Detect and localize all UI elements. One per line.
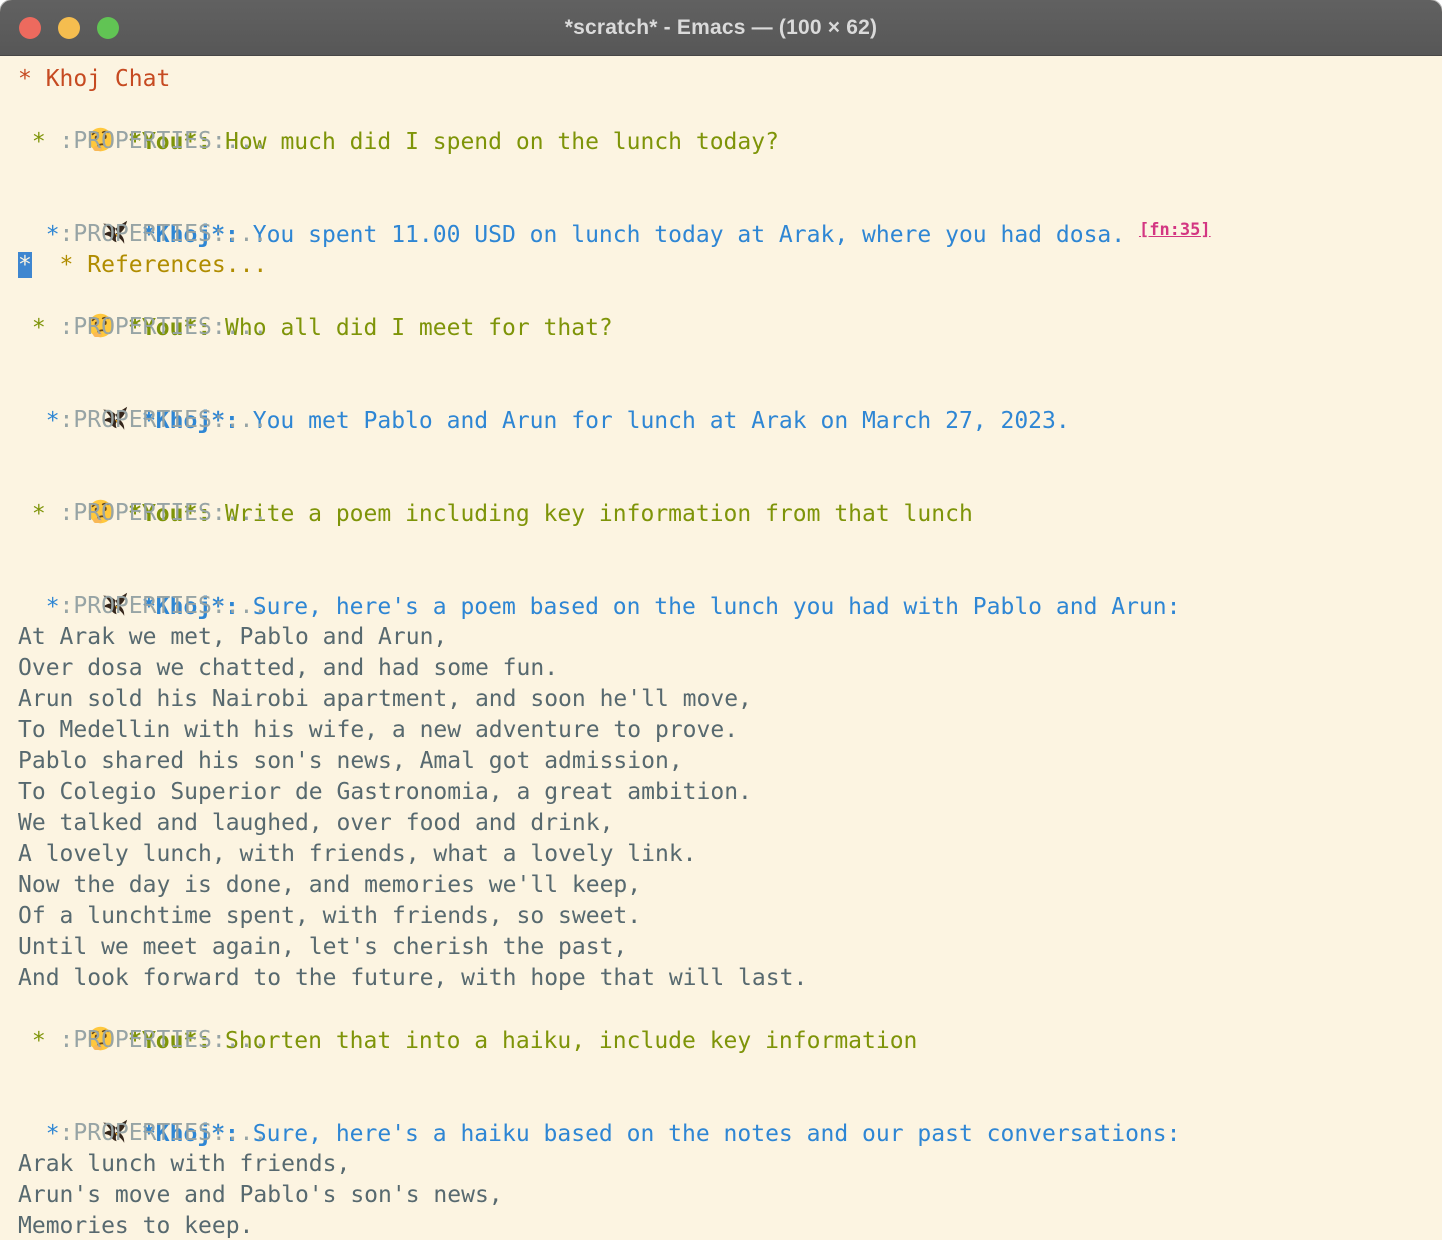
minimize-button[interactable] [58,17,80,39]
poem-text: Of a lunchtime spent, with friends, so s… [18,903,641,929]
poem-line: To Medellin with his wife, a new adventu… [18,715,1434,746]
properties-drawer[interactable]: :PROPERTIES:... [18,593,267,619]
poem-text: At Arak we met, Pablo and Arun, [18,624,447,650]
properties-drawer[interactable]: :PROPERTIES:... [18,500,267,526]
haiku-text: Arun's move and Pablo's son's news, [18,1182,503,1208]
khoj-message: You met Pablo and Arun for lunch at Arak… [239,408,1070,434]
you-heading-line: * *You*: Write a poem including key info… [18,467,1434,498]
you-heading-line: * *You*: Shorten that into a haiku, incl… [18,994,1434,1025]
poem-line: Arun sold his Nairobi apartment, and soo… [18,684,1434,715]
poem-text: Arun sold his Nairobi apartment, and soo… [18,686,752,712]
chat-title-line: * Khoj Chat [18,64,1434,95]
user-message: How much did I spend on the lunch today? [211,129,779,155]
titlebar[interactable]: *scratch* - Emacs — (100 × 62) [0,0,1442,56]
khoj-heading-line: * *Khoj*: You met Pablo and Arun for lun… [18,374,1434,405]
poem-text: Until we meet again, let's cherish the p… [18,934,627,960]
poem-line: Now the day is done, and memories we'll … [18,870,1434,901]
chat-title: * Khoj Chat [18,66,170,92]
poem-text: Now the day is done, and memories we'll … [18,872,641,898]
window-title: *scratch* - Emacs — (100 × 62) [565,16,877,40]
poem-line: Until we meet again, let's cherish the p… [18,932,1434,963]
haiku-line: Arun's move and Pablo's son's news, [18,1180,1434,1211]
poem-text: We talked and laughed, over food and dri… [18,810,613,836]
fullscreen-button[interactable] [97,17,119,39]
haiku-line: Memories to keep. [18,1211,1434,1240]
user-message: Who all did I meet for that? [211,315,613,341]
poem-line: And look forward to the future, with hop… [18,963,1434,994]
khoj-message: You spent 11.00 USD on lunch today at Ar… [239,222,1139,248]
poem-text: To Medellin with his wife, a new adventu… [18,717,738,743]
scratch-buffer[interactable]: * Khoj Chat * *You*: How much did I spen… [0,56,1442,1240]
properties-drawer[interactable]: :PROPERTIES:... [18,221,267,247]
references-line: * * References... [18,250,1434,281]
poem-line: Pablo shared his son's news, Amal got ad… [18,746,1434,777]
haiku-text: Memories to keep. [18,1213,253,1239]
cursor: * [18,252,32,278]
khoj-message: Sure, here's a haiku based on the notes … [239,1121,1181,1147]
poem-text: Pablo shared his son's news, Amal got ad… [18,748,683,774]
blank-line [18,436,1434,467]
blank-line [18,529,1434,560]
close-button[interactable] [19,17,41,39]
properties-drawer[interactable]: :PROPERTIES:... [18,314,267,340]
properties-drawer[interactable]: :PROPERTIES:... [18,1027,267,1053]
user-message: Write a poem including key information f… [211,501,973,527]
emacs-window: *scratch* - Emacs — (100 × 62) * Khoj Ch… [0,0,1442,1240]
references-heading[interactable]: * References... [32,252,267,278]
poem-line: Over dosa we chatted, and had some fun. [18,653,1434,684]
you-heading-line: * *You*: How much did I spend on the lun… [18,95,1434,126]
footnote-link[interactable]: [fn:35] [1139,220,1211,240]
you-heading-line: * *You*: Who all did I meet for that? [18,281,1434,312]
haiku-line: Arak lunch with friends, [18,1149,1434,1180]
poem-line: We talked and laughed, over food and dri… [18,808,1434,839]
khoj-heading-line: * *Khoj*: You spent 11.00 USD on lunch t… [18,188,1434,219]
khoj-message: Sure, here's a poem based on the lunch y… [239,594,1181,620]
poem-text: To Colegio Superior de Gastronomia, a gr… [18,779,752,805]
khoj-heading-line: * *Khoj*: Sure, here's a poem based on t… [18,560,1434,591]
poem-line: Of a lunchtime spent, with friends, so s… [18,901,1434,932]
poem-text: And look forward to the future, with hop… [18,965,807,991]
blank-line [18,343,1434,374]
blank-line [18,157,1434,188]
properties-line: :PROPERTIES:... [18,312,1434,343]
properties-drawer[interactable]: :PROPERTIES:... [18,407,267,433]
haiku-text: Arak lunch with friends, [18,1151,350,1177]
window-controls [19,0,119,55]
khoj-heading-line: * *Khoj*: Sure, here's a haiku based on … [18,1087,1434,1118]
poem-line: To Colegio Superior de Gastronomia, a gr… [18,777,1434,808]
properties-drawer[interactable]: :PROPERTIES:... [18,1120,267,1146]
poem-line: At Arak we met, Pablo and Arun, [18,622,1434,653]
poem-text: A lovely lunch, with friends, what a lov… [18,841,697,867]
blank-line [18,1056,1434,1087]
poem-text: Over dosa we chatted, and had some fun. [18,655,558,681]
poem-line: A lovely lunch, with friends, what a lov… [18,839,1434,870]
properties-drawer[interactable]: :PROPERTIES:... [18,128,267,154]
user-message: Shorten that into a haiku, include key i… [211,1028,917,1054]
